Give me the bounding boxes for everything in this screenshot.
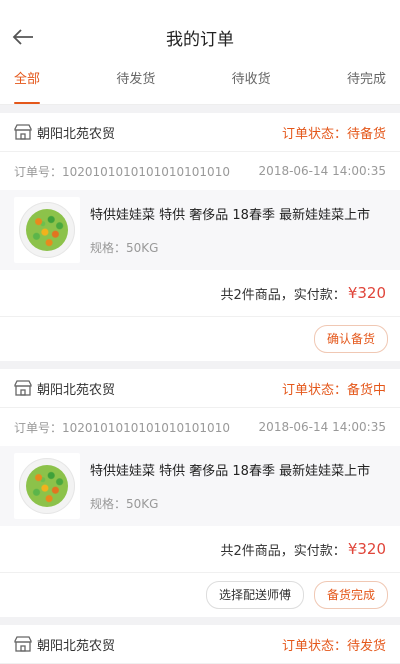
divider	[0, 617, 400, 625]
goods-spec: 规格：50KG	[90, 241, 159, 255]
shop-label: 朝阳北苑农贸	[37, 638, 116, 654]
goods-item[interactable]: 特供娃娃菜 特供 奢侈品 18春季 最新娃娃菜上市 规格：50KG	[0, 446, 400, 526]
stock-complete-button[interactable]: 备货完成	[313, 581, 388, 609]
order-summary: 共2件商品，实付款： ¥320	[0, 526, 400, 573]
store-icon	[14, 380, 32, 396]
divider	[0, 361, 400, 369]
shop-label: 朝阳北苑农贸	[37, 126, 116, 142]
divider	[0, 105, 400, 113]
header: 我的订单	[0, 0, 400, 74]
order-card-header: 朝阳北苑农贸 订单状态：备货中	[0, 369, 400, 408]
goods-name: 特供娃娃菜 特供 奢侈品 18春季 最新娃娃菜上市	[90, 464, 371, 479]
order-status: 订单状态：待备货	[281, 126, 386, 142]
order-number: 订单号：1020101010101010101010	[14, 164, 230, 179]
shop-name[interactable]: 朝阳北苑农贸	[14, 635, 115, 654]
summary-label: 共2件商品，实付款：	[220, 543, 346, 559]
order-status: 订单状态：待发货	[281, 638, 386, 654]
tab-all[interactable]: 全部	[14, 73, 41, 104]
confirm-stock-button[interactable]: 确认备货	[313, 325, 388, 353]
order-time: 2018-06-14 14:00:35	[258, 420, 386, 434]
goods-thumbnail	[14, 453, 80, 519]
order-summary: 共2件商品，实付款： ¥320	[0, 270, 400, 317]
choose-courier-button[interactable]: 选择配送师傅	[205, 581, 304, 609]
order-card: 朝阳北苑农贸 订单状态：待发货	[0, 625, 400, 664]
goods-item[interactable]: 特供娃娃菜 特供 奢侈品 18春季 最新娃娃菜上市 规格：50KG	[0, 190, 400, 270]
order-actions: 选择配送师傅 备货完成	[0, 573, 400, 617]
tab-pending-receipt[interactable]: 待收货	[232, 73, 271, 104]
order-number: 订单号：1020101010101010101010	[14, 420, 230, 435]
vegetable-plate-image	[19, 202, 75, 258]
order-price: ¥320	[347, 540, 386, 558]
tab-pending-complete[interactable]: 待完成	[347, 73, 386, 104]
tab-bar: 全部 待发货 待收货 待完成	[0, 73, 400, 105]
arrow-left-icon[interactable]	[10, 24, 36, 50]
goods-spec: 规格：50KG	[90, 497, 159, 511]
order-status: 订单状态：备货中	[281, 382, 386, 398]
order-card: 朝阳北苑农贸 订单状态：待备货 订单号：10201010101010101010…	[0, 113, 400, 361]
vegetable-plate-image	[19, 458, 75, 514]
tab-pending-shipment[interactable]: 待发货	[116, 73, 155, 104]
shop-label: 朝阳北苑农贸	[37, 382, 116, 398]
order-meta: 订单号：1020101010101010101010 2018-06-14 14…	[0, 152, 400, 190]
order-price: ¥320	[347, 284, 386, 302]
order-card-header: 朝阳北苑农贸 订单状态：待发货	[0, 625, 400, 664]
shop-name[interactable]: 朝阳北苑农贸	[14, 379, 115, 398]
summary-label: 共2件商品，实付款：	[220, 287, 346, 303]
store-icon	[14, 124, 32, 140]
store-icon	[14, 636, 32, 652]
page-title: 我的订单	[166, 29, 234, 50]
goods-info: 特供娃娃菜 特供 奢侈品 18春季 最新娃娃菜上市 规格：50KG	[90, 460, 386, 512]
order-card-header: 朝阳北苑农贸 订单状态：待备货	[0, 113, 400, 152]
order-card: 朝阳北苑农贸 订单状态：备货中 订单号：10201010101010101010…	[0, 369, 400, 617]
order-meta: 订单号：1020101010101010101010 2018-06-14 14…	[0, 408, 400, 446]
order-time: 2018-06-14 14:00:35	[258, 164, 386, 178]
goods-info: 特供娃娃菜 特供 奢侈品 18春季 最新娃娃菜上市 规格：50KG	[90, 204, 386, 256]
order-actions: 确认备货	[0, 317, 400, 361]
goods-thumbnail	[14, 197, 80, 263]
goods-name: 特供娃娃菜 特供 奢侈品 18春季 最新娃娃菜上市	[90, 208, 371, 223]
shop-name[interactable]: 朝阳北苑农贸	[14, 123, 115, 142]
